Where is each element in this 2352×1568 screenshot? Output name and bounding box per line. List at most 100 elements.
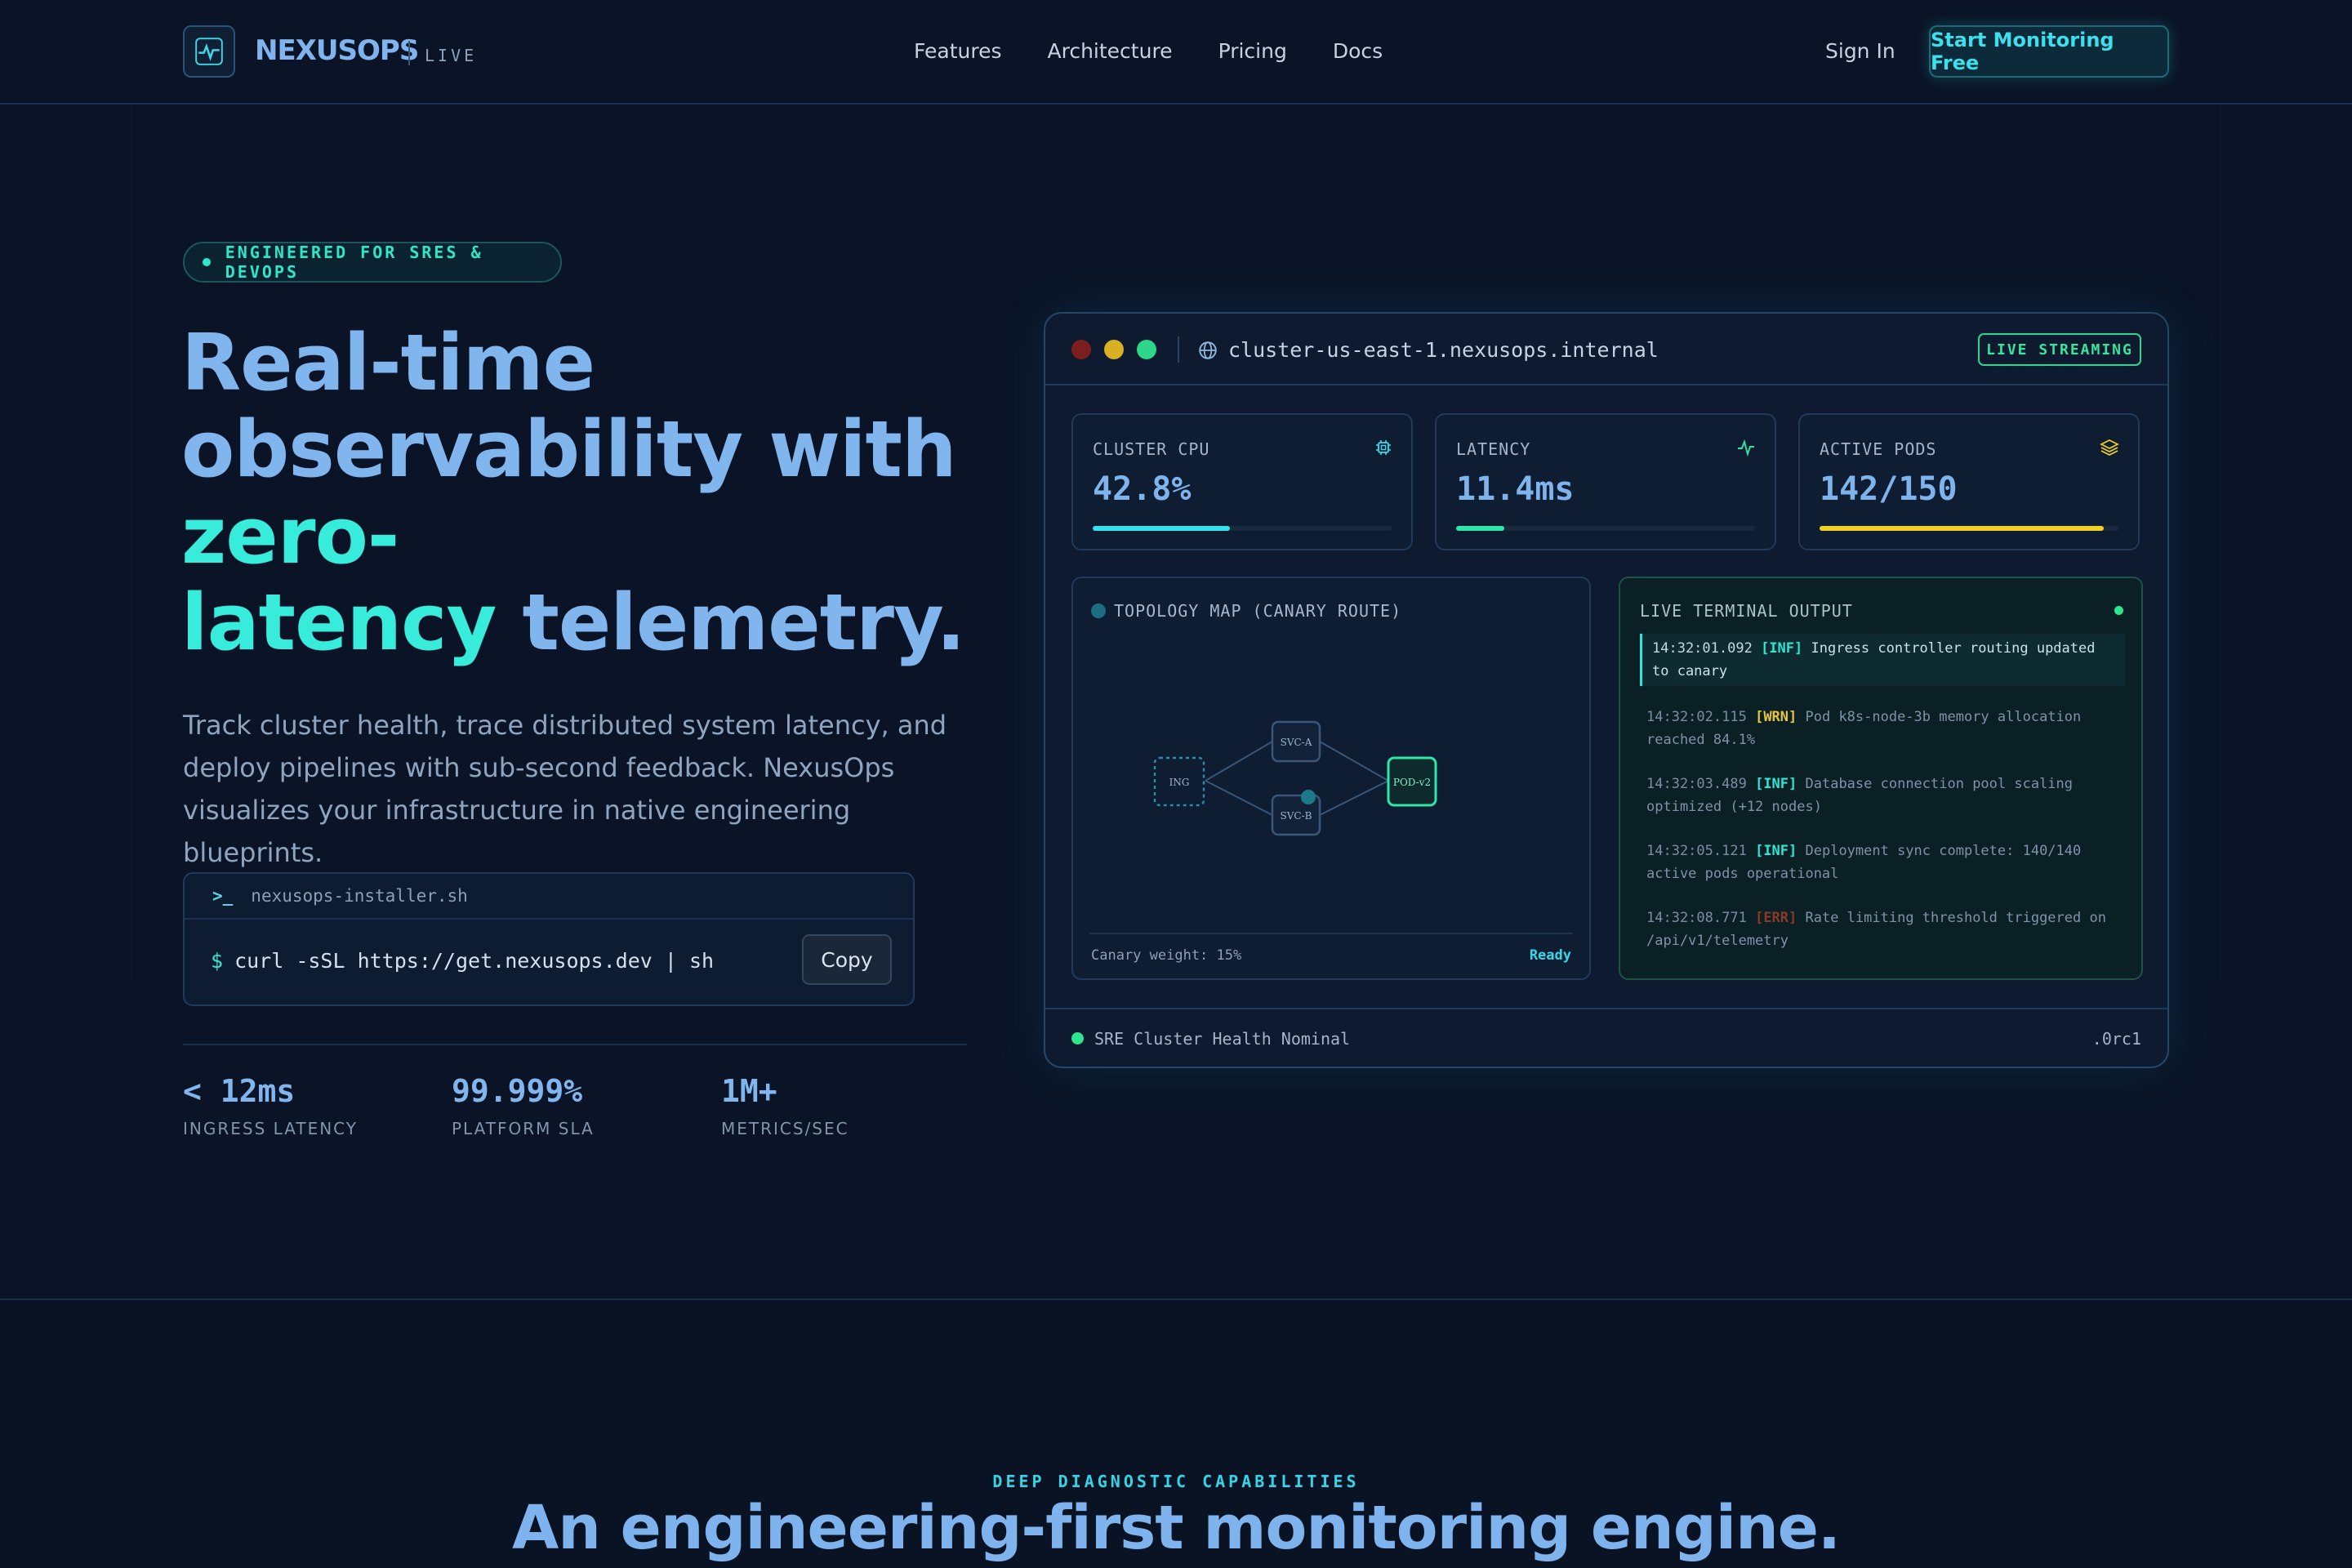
log-level: [ERR] (1755, 910, 1797, 926)
topology-panel: TOPOLOGY MAP (CANARY ROUTE) ING SVC-A SV… (1071, 577, 1591, 980)
metric-label: LATENCY (1456, 439, 1531, 459)
dashboard-footer: SRE Cluster Health Nominal .0rc1 (1045, 1008, 2167, 1067)
dashboard-preview: cluster-us-east-1.nexusops.internal LIVE… (1044, 312, 2169, 1068)
stat-label: INGRESS LATENCY (183, 1119, 359, 1138)
nav-link-pricing[interactable]: Pricing (1218, 39, 1287, 63)
headline-accent: latency (181, 578, 497, 668)
node-label-svc-a: SVC-A (1281, 737, 1312, 748)
metric-bar-track (1456, 526, 1755, 531)
window-maximize-dot (1137, 340, 1156, 359)
metric-bar-fill (1093, 526, 1231, 531)
stat-value: 99.999% (452, 1073, 583, 1109)
dashboard-titlebar: cluster-us-east-1.nexusops.internal LIVE… (1045, 314, 2167, 385)
version-label: .0rc1 (2091, 1029, 2141, 1049)
log-timestamp: 14:32:08.771 (1646, 910, 1747, 926)
metric-bar-track (1820, 526, 2118, 531)
node-label-svc-b: SVC-B (1281, 810, 1312, 822)
log-entry: 14:32:01.092 [INF] Ingress controller ro… (1640, 634, 2125, 686)
metric-card-pods: ACTIVE PODS 142/150 (1798, 413, 2140, 550)
brand-tag: LIVE (425, 46, 478, 65)
layers-icon (2100, 439, 2119, 456)
canary-packet-dot (1301, 790, 1316, 804)
headline-part: Real-time observability with (181, 318, 957, 495)
copy-button[interactable]: Copy (802, 934, 892, 985)
stat-platform-sla: 99.999% PLATFORM SLA (452, 1073, 595, 1138)
globe-icon (1199, 341, 1217, 359)
log-level: [INF] (1755, 776, 1797, 792)
cpu-icon (1376, 440, 1391, 455)
topology-graph: ING SVC-A SVC-B POD-v2 (1153, 720, 1437, 836)
health-status-dot (1071, 1032, 1084, 1045)
metric-label: CLUSTER CPU (1093, 439, 1210, 459)
logo-mark[interactable] (183, 25, 235, 78)
brand-divider (408, 41, 410, 65)
shell-dollar: $ (211, 949, 224, 973)
log-entry: 14:32:03.489 [INF] Database connection p… (1640, 773, 2125, 818)
metric-label: ACTIVE PODS (1820, 439, 1937, 459)
metric-card-cpu: CLUSTER CPU 42.8% (1071, 413, 1413, 550)
log-timestamp: 14:32:01.092 (1652, 640, 1753, 657)
node-label-ing: ING (1169, 777, 1190, 788)
topology-status: Ready (1529, 947, 1571, 964)
log-timestamp: 14:32:03.489 (1646, 776, 1747, 792)
installer-card: >_ nexusops-installer.sh $ curl -sSL http… (183, 872, 915, 1006)
titlebar-divider (1178, 336, 1179, 363)
headline-part: telemetry. (496, 578, 965, 668)
stat-ingress-latency: < 12ms INGRESS LATENCY (183, 1073, 358, 1138)
hero-eyebrow-pill: ENGINEERED FOR SRES & DEVOPS (183, 242, 562, 283)
grid-line (2220, 106, 2221, 980)
nav-link-docs[interactable]: Docs (1333, 39, 1383, 63)
cluster-url: cluster-us-east-1.nexusops.internal (1228, 338, 1659, 362)
installer-header: >_ nexusops-installer.sh (185, 874, 913, 920)
pulse-icon (195, 38, 223, 65)
hero-description: Track cluster health, trace distributed … (183, 710, 947, 868)
node-label-pod-v2: POD-v2 (1393, 777, 1431, 788)
nav-link-architecture[interactable]: Architecture (1048, 39, 1173, 63)
stats-divider (183, 1044, 967, 1045)
metric-bar-fill (1820, 526, 2104, 531)
metric-value: 142/150 (1820, 470, 1958, 508)
live-streaming-badge: LIVE STREAMING (1978, 333, 2141, 366)
start-monitoring-button[interactable]: Start Monitoring Free (1929, 25, 2169, 78)
nav-links: Features Architecture Pricing Docs (914, 39, 1383, 63)
grid-line (131, 106, 132, 980)
nav-link-features[interactable]: Features (914, 39, 1002, 63)
capabilities-title: An engineering-first monitoring engine. (511, 1493, 1841, 1563)
node-svc-a[interactable]: SVC-A (1271, 720, 1321, 763)
terminal-live-dot (2114, 606, 2123, 615)
hero-headline: Real-time observability with zero-latenc… (181, 320, 998, 666)
log-level: [WRN] (1755, 709, 1797, 725)
window-close-dot (1071, 340, 1091, 359)
metric-bar-track (1093, 526, 1392, 531)
metric-value: 11.4ms (1456, 470, 1575, 508)
log-level: [INF] (1761, 640, 1803, 657)
log-entry: 14:32:02.115 [WRN] Pod k8s-node-3b memor… (1640, 706, 2125, 751)
stat-label: PLATFORM SLA (452, 1119, 595, 1138)
headline-accent: zero- (181, 492, 399, 581)
brand-name[interactable]: NEXUSOPS (255, 34, 419, 67)
metric-value: 42.8% (1093, 470, 1192, 508)
node-ing[interactable]: ING (1153, 756, 1205, 807)
stat-metrics-sec: 1M+ METRICS/SEC (721, 1073, 849, 1138)
stat-value: < 12ms (183, 1073, 296, 1109)
log-timestamp: 14:32:02.115 (1646, 709, 1747, 725)
window-minimize-dot (1104, 340, 1124, 359)
command-text: curl -sSL https://get.nexusops.dev | sh (234, 949, 715, 973)
health-status-text: SRE Cluster Health Nominal (1094, 1029, 1351, 1049)
install-command[interactable]: $ curl -sSL https://get.nexusops.dev | sh (211, 949, 714, 973)
activity-icon (1738, 439, 1754, 457)
node-pod-v2[interactable]: POD-v2 (1387, 756, 1437, 807)
terminal-title: LIVE TERMINAL OUTPUT (1640, 601, 1853, 621)
log-level: [INF] (1755, 843, 1797, 859)
stat-value: 1M+ (721, 1073, 777, 1109)
topology-divider (1089, 933, 1573, 934)
top-nav: NEXUSOPS LIVE Features Architecture Pric… (0, 0, 2352, 105)
status-dot (203, 258, 211, 266)
terminal-panel: LIVE TERMINAL OUTPUT 14:32:01.092 [INF] … (1619, 577, 2143, 980)
node-svc-b[interactable]: SVC-B (1271, 790, 1321, 836)
capabilities-eyebrow: DEEP DIAGNOSTIC CAPABILITIES (992, 1472, 1360, 1491)
sign-in-link[interactable]: Sign In (1825, 39, 1895, 63)
log-entry: 14:32:08.771 [ERR] Rate limiting thresho… (1640, 906, 2125, 952)
metric-card-latency: LATENCY 11.4ms (1435, 413, 1776, 550)
terminal-prompt-icon: >_ (212, 886, 234, 906)
